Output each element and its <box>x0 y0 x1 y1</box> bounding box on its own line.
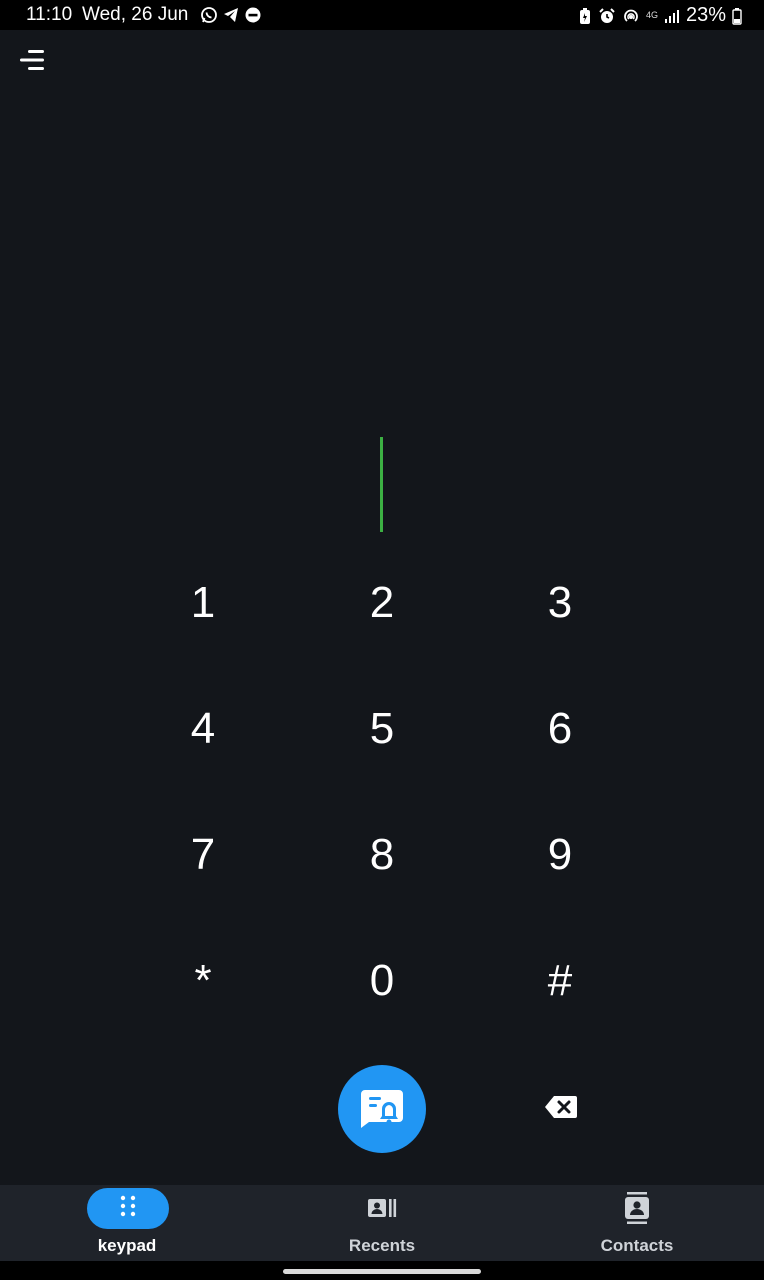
key-star[interactable]: * <box>143 941 263 1021</box>
key-5[interactable]: 5 <box>322 689 442 769</box>
nav-label-contacts: Contacts <box>600 1236 674 1255</box>
nav-item-keypad[interactable]: keypad <box>27 1185 227 1261</box>
key-2[interactable]: 2 <box>322 563 442 643</box>
dialpad-icon <box>119 1195 137 1222</box>
key-7[interactable]: 7 <box>143 815 263 895</box>
key-8[interactable]: 8 <box>322 815 442 895</box>
system-navigation-area <box>0 1261 764 1280</box>
key-3[interactable]: 3 <box>500 563 620 643</box>
recents-icon <box>367 1197 397 1224</box>
nav-label-keypad: keypad <box>97 1236 157 1255</box>
dialer-screen: 11:10 Wed, 26 Jun 4G 23% 1 2 3 4 5 6 7 8… <box>0 0 764 1280</box>
bottom-navigation: keypad Recents Contacts <box>0 1185 764 1261</box>
nav-item-contacts[interactable]: Contacts <box>537 1185 737 1261</box>
key-hash[interactable]: # <box>500 941 620 1021</box>
backspace-button[interactable] <box>536 1088 586 1130</box>
nav-active-indicator <box>87 1188 169 1229</box>
key-0[interactable]: 0 <box>322 941 442 1021</box>
nav-label-recents: Recents <box>348 1236 416 1255</box>
dialpad: 1 2 3 4 5 6 7 8 9 * 0 # <box>0 0 764 1060</box>
nav-item-recents[interactable]: Recents <box>282 1185 482 1261</box>
key-9[interactable]: 9 <box>500 815 620 895</box>
key-1[interactable]: 1 <box>143 563 263 643</box>
call-button[interactable] <box>338 1065 426 1153</box>
contacts-icon <box>624 1191 650 1229</box>
message-bell-icon <box>357 1082 407 1137</box>
home-gesture-bar[interactable] <box>283 1269 481 1274</box>
backspace-icon <box>544 1095 578 1124</box>
key-4[interactable]: 4 <box>143 689 263 769</box>
key-6[interactable]: 6 <box>500 689 620 769</box>
